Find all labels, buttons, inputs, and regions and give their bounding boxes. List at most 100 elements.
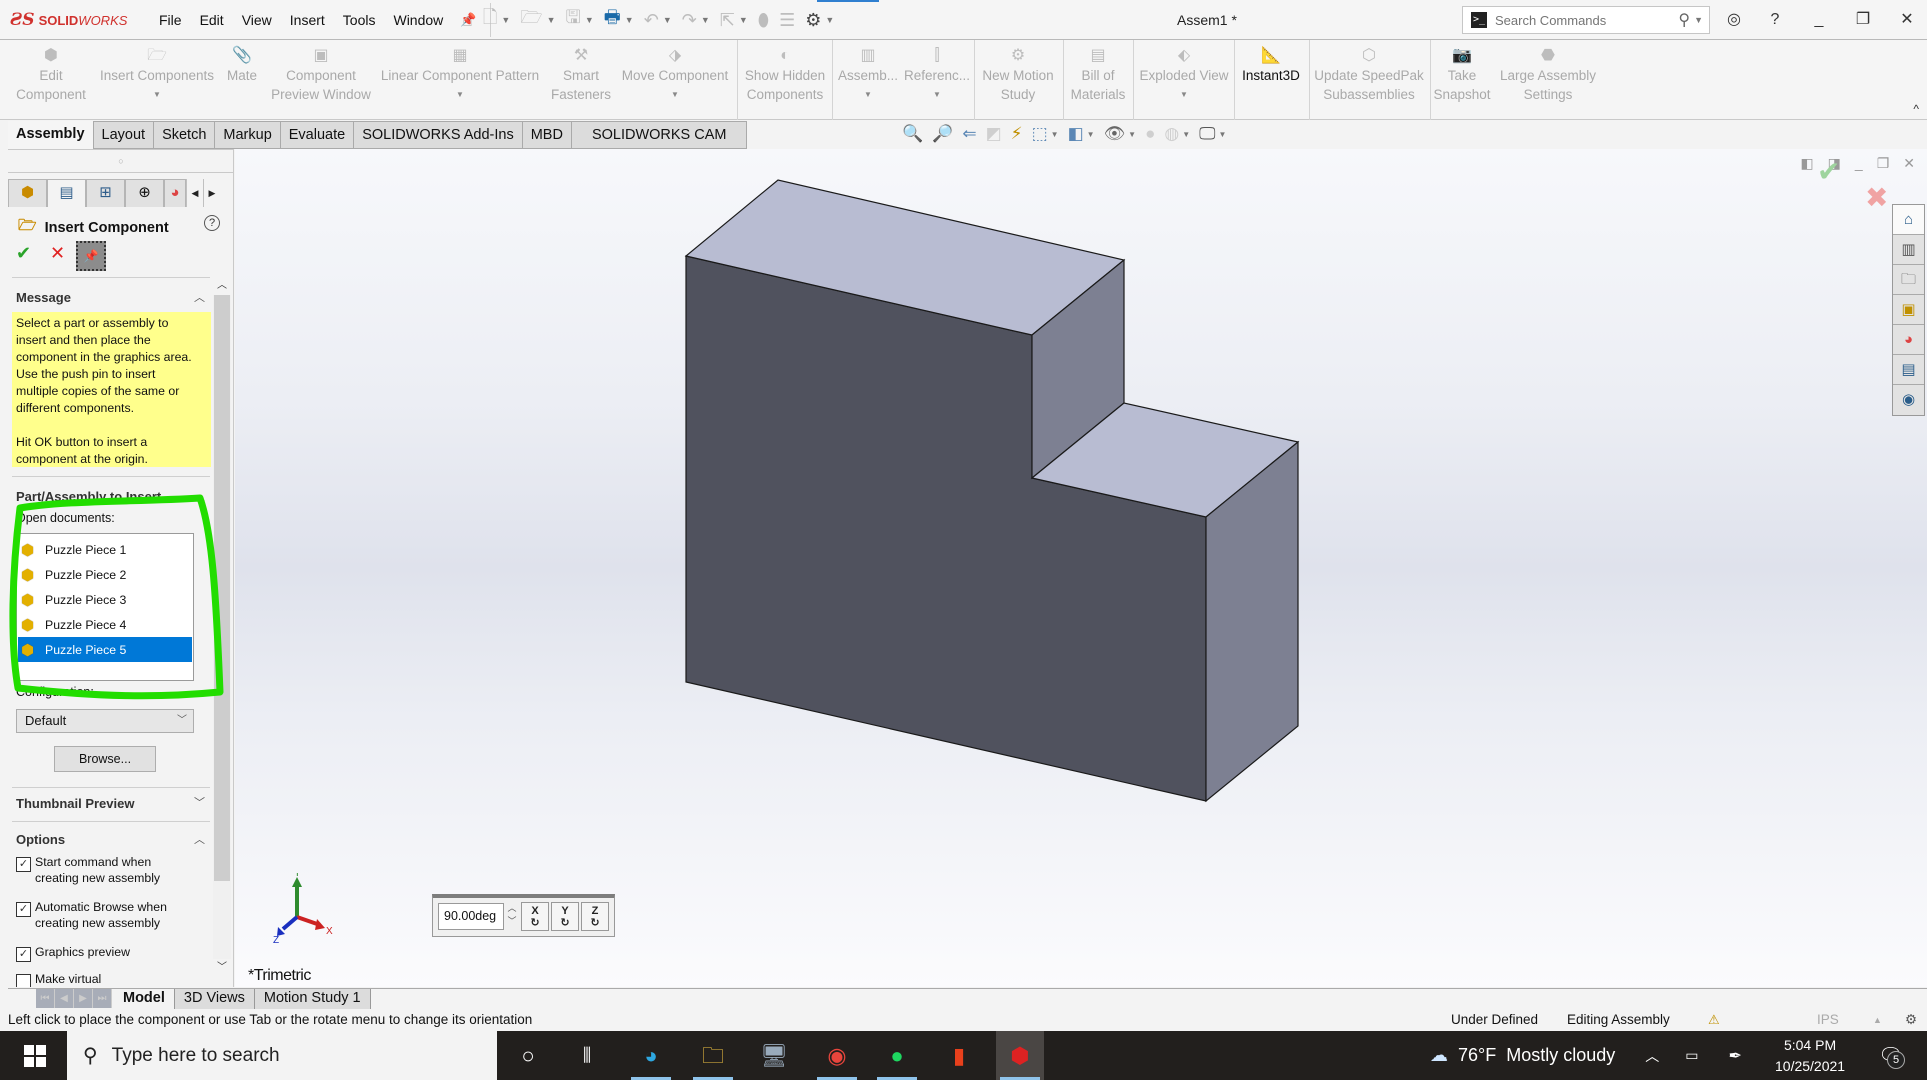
options-header[interactable]: Options xyxy=(16,832,65,847)
message-group-header[interactable]: Message xyxy=(16,290,71,305)
mate-button[interactable]: 📎 Mate xyxy=(222,46,262,85)
open-folder-icon[interactable]: 🗁 xyxy=(520,5,542,35)
cortana-icon[interactable]: ○ xyxy=(504,1031,552,1080)
menu-window[interactable]: Window xyxy=(384,12,452,28)
dropdown-caret-icon[interactable]: ▼ xyxy=(376,85,544,104)
new-document-icon[interactable]: 🗋 xyxy=(483,5,497,35)
rebuild-warning-icon[interactable]: ⚠ xyxy=(1708,1010,1720,1030)
instant3d-button[interactable]: 📐 Instant3D xyxy=(1236,46,1306,85)
scroll-up-icon[interactable]: ︿ xyxy=(213,277,231,295)
spotify-icon[interactable]: ● xyxy=(873,1031,921,1080)
take-snapshot-button[interactable]: 📷 Take Snapshot xyxy=(1432,46,1492,104)
redo-dropdown-icon[interactable]: ▼ xyxy=(701,15,710,25)
appearances-icon[interactable]: ◕ xyxy=(1893,325,1924,355)
search-icon[interactable]: ⚲ xyxy=(1678,10,1690,30)
tab-model[interactable]: Model xyxy=(114,989,175,1009)
large-assembly-settings-button[interactable]: ⬣ Large Assembly Settings xyxy=(1496,46,1600,104)
save-dropdown-icon[interactable]: ▼ xyxy=(585,15,594,25)
show-hidden-components-button[interactable]: ◐ Show Hidden Components xyxy=(740,46,830,104)
view-settings-icon[interactable]: 🖵 xyxy=(1199,124,1215,144)
graphics-area[interactable]: ◧ ◨ _ ❐ ✕ ✔ ✖ ⌂ ▥ 🗀 ▣ ◕ ▤ ◉ Y X Z *Trime… xyxy=(235,149,1927,987)
display-manager-tab-icon[interactable]: ◕ xyxy=(164,179,186,207)
last-tab-icon[interactable]: ⏭ xyxy=(93,989,112,1008)
view-orientation-icon[interactable]: ⬚ xyxy=(1032,124,1048,144)
thumbnail-preview-header[interactable]: Thumbnail Preview xyxy=(16,796,134,811)
options-dropdown-icon[interactable]: ▼ xyxy=(825,15,834,25)
browse-button[interactable]: Browse... xyxy=(54,746,156,772)
collapse-ribbon-icon[interactable]: ^ xyxy=(1913,102,1919,116)
list-item[interactable]: ⬢ Puzzle Piece 2 xyxy=(18,562,192,587)
minimize-button[interactable]: _ xyxy=(1807,8,1831,32)
restore-button[interactable]: ❐ xyxy=(1851,8,1875,32)
remote-desktop-icon[interactable]: 🖥 xyxy=(750,1031,798,1080)
rotate-y-button[interactable]: Y ↻ xyxy=(551,902,579,931)
update-speedpak-button[interactable]: ⬡ Update SpeedPak Subassemblies xyxy=(1312,46,1426,104)
dynamic-annotation-views-icon[interactable]: ⚡ xyxy=(1011,124,1023,144)
option-make-virtual[interactable]: Make virtual xyxy=(16,971,101,987)
search-commands-input[interactable] xyxy=(1495,12,1679,28)
property-manager-tab-icon[interactable]: ▤ xyxy=(47,179,86,207)
weather-cloud-icon[interactable]: ☁ xyxy=(1430,1045,1448,1066)
print-icon[interactable]: 🖶 xyxy=(604,5,621,35)
confirmation-ok-icon[interactable]: ✔ xyxy=(1817,155,1840,188)
home-icon[interactable]: ⌂ xyxy=(462,10,473,31)
panel-scrollbar[interactable]: ︿ ﹀ xyxy=(213,277,231,977)
action-center-icon[interactable]: 🗨5 xyxy=(1878,1043,1905,1069)
dropdown-caret-icon[interactable]: ▼ xyxy=(836,85,900,104)
list-item[interactable]: ⬢ Puzzle Piece 1 xyxy=(18,537,192,562)
new-motion-study-button[interactable]: ⚙ New Motion Study xyxy=(978,46,1058,104)
collapse-options-icon[interactable]: ︿ xyxy=(194,831,205,847)
viewport-minimize-icon[interactable]: _ xyxy=(1855,155,1863,172)
help-icon[interactable]: ? xyxy=(1763,8,1787,32)
tab-solidworks-addins[interactable]: SOLIDWORKS Add-Ins xyxy=(354,121,523,149)
windows-start-button[interactable] xyxy=(24,1045,46,1067)
part-assembly-group-header[interactable]: Part/Assembly to Insert xyxy=(16,489,161,504)
exploded-view-button[interactable]: ⬖ Exploded View ▼ xyxy=(1136,46,1232,104)
scroll-left-icon[interactable]: ◀ xyxy=(186,179,203,207)
configuration-select[interactable]: Default ﹀ xyxy=(16,709,194,733)
show-hidden-icons-chevron[interactable]: ︿ xyxy=(1645,1046,1659,1066)
collapse-part-group-icon[interactable]: ︿ xyxy=(194,488,205,504)
panel-splitter[interactable]: ○ xyxy=(8,149,234,173)
scroll-down-icon[interactable]: ﹀ xyxy=(213,959,231,977)
office-icon[interactable]: ▮ xyxy=(935,1031,983,1080)
scroll-thumb[interactable] xyxy=(214,295,230,881)
confirmation-cancel-icon[interactable]: ✖ xyxy=(1865,181,1888,214)
chrome-icon[interactable]: ◉ xyxy=(813,1031,861,1080)
help-icon[interactable]: ? xyxy=(204,215,220,231)
option-automatic-browse[interactable]: ✓ Automatic Browse when creating new assem… xyxy=(16,899,167,931)
task-view-icon[interactable]: ⫼ xyxy=(563,1031,611,1080)
undo-icon[interactable]: ↶ xyxy=(644,10,659,31)
open-dropdown-icon[interactable]: ▼ xyxy=(547,15,556,25)
collapse-message-icon[interactable]: ︿ xyxy=(194,289,205,305)
menu-tools[interactable]: Tools xyxy=(334,12,385,28)
menu-view[interactable]: View xyxy=(233,12,281,28)
menu-file[interactable]: File xyxy=(150,12,191,28)
insert-components-button[interactable]: 🗁 Insert Components ▼ xyxy=(96,46,218,104)
model-front-face[interactable] xyxy=(685,255,1207,802)
tab-markup[interactable]: Markup xyxy=(215,121,281,149)
tab-mbd[interactable]: MBD xyxy=(522,121,572,149)
expand-thumbnail-icon[interactable]: ﹀ xyxy=(194,794,205,810)
tab-sketch[interactable]: Sketch xyxy=(154,121,216,149)
ok-checkmark-button[interactable]: ✔ xyxy=(16,243,31,264)
cancel-x-button[interactable]: ✕ xyxy=(50,243,65,264)
assembly-features-button[interactable]: ▥ Assemb... ▼ xyxy=(836,46,900,104)
push-pin-button[interactable]: 📌 xyxy=(76,241,106,271)
unit-system[interactable]: IPS xyxy=(1817,1010,1839,1030)
options-gear-icon[interactable]: ⚙ xyxy=(805,10,821,31)
scroll-right-icon[interactable]: ▶ xyxy=(203,179,220,207)
zoom-to-fit-icon[interactable]: 🔍 xyxy=(902,124,923,144)
model-view[interactable] xyxy=(235,149,1927,987)
display-style-icon[interactable]: ◧ xyxy=(1068,124,1084,144)
tab-layout[interactable]: Layout xyxy=(93,121,155,149)
save-icon[interactable]: 🖫 xyxy=(566,5,581,35)
checkbox-checked[interactable]: ✓ xyxy=(16,947,31,962)
print-dropdown-icon[interactable]: ▼ xyxy=(625,15,634,25)
component-preview-window-button[interactable]: ▣ Component Preview Window xyxy=(268,46,374,104)
pen-ink-icon[interactable]: ✒ xyxy=(1729,1046,1742,1066)
next-tab-icon[interactable]: ▶ xyxy=(74,989,93,1008)
bill-of-materials-button[interactable]: ▤ Bill of Materials xyxy=(1066,46,1130,104)
option-graphics-preview[interactable]: ✓ Graphics preview xyxy=(16,944,130,962)
dimxpert-manager-tab-icon[interactable]: ⊕ xyxy=(125,179,164,207)
